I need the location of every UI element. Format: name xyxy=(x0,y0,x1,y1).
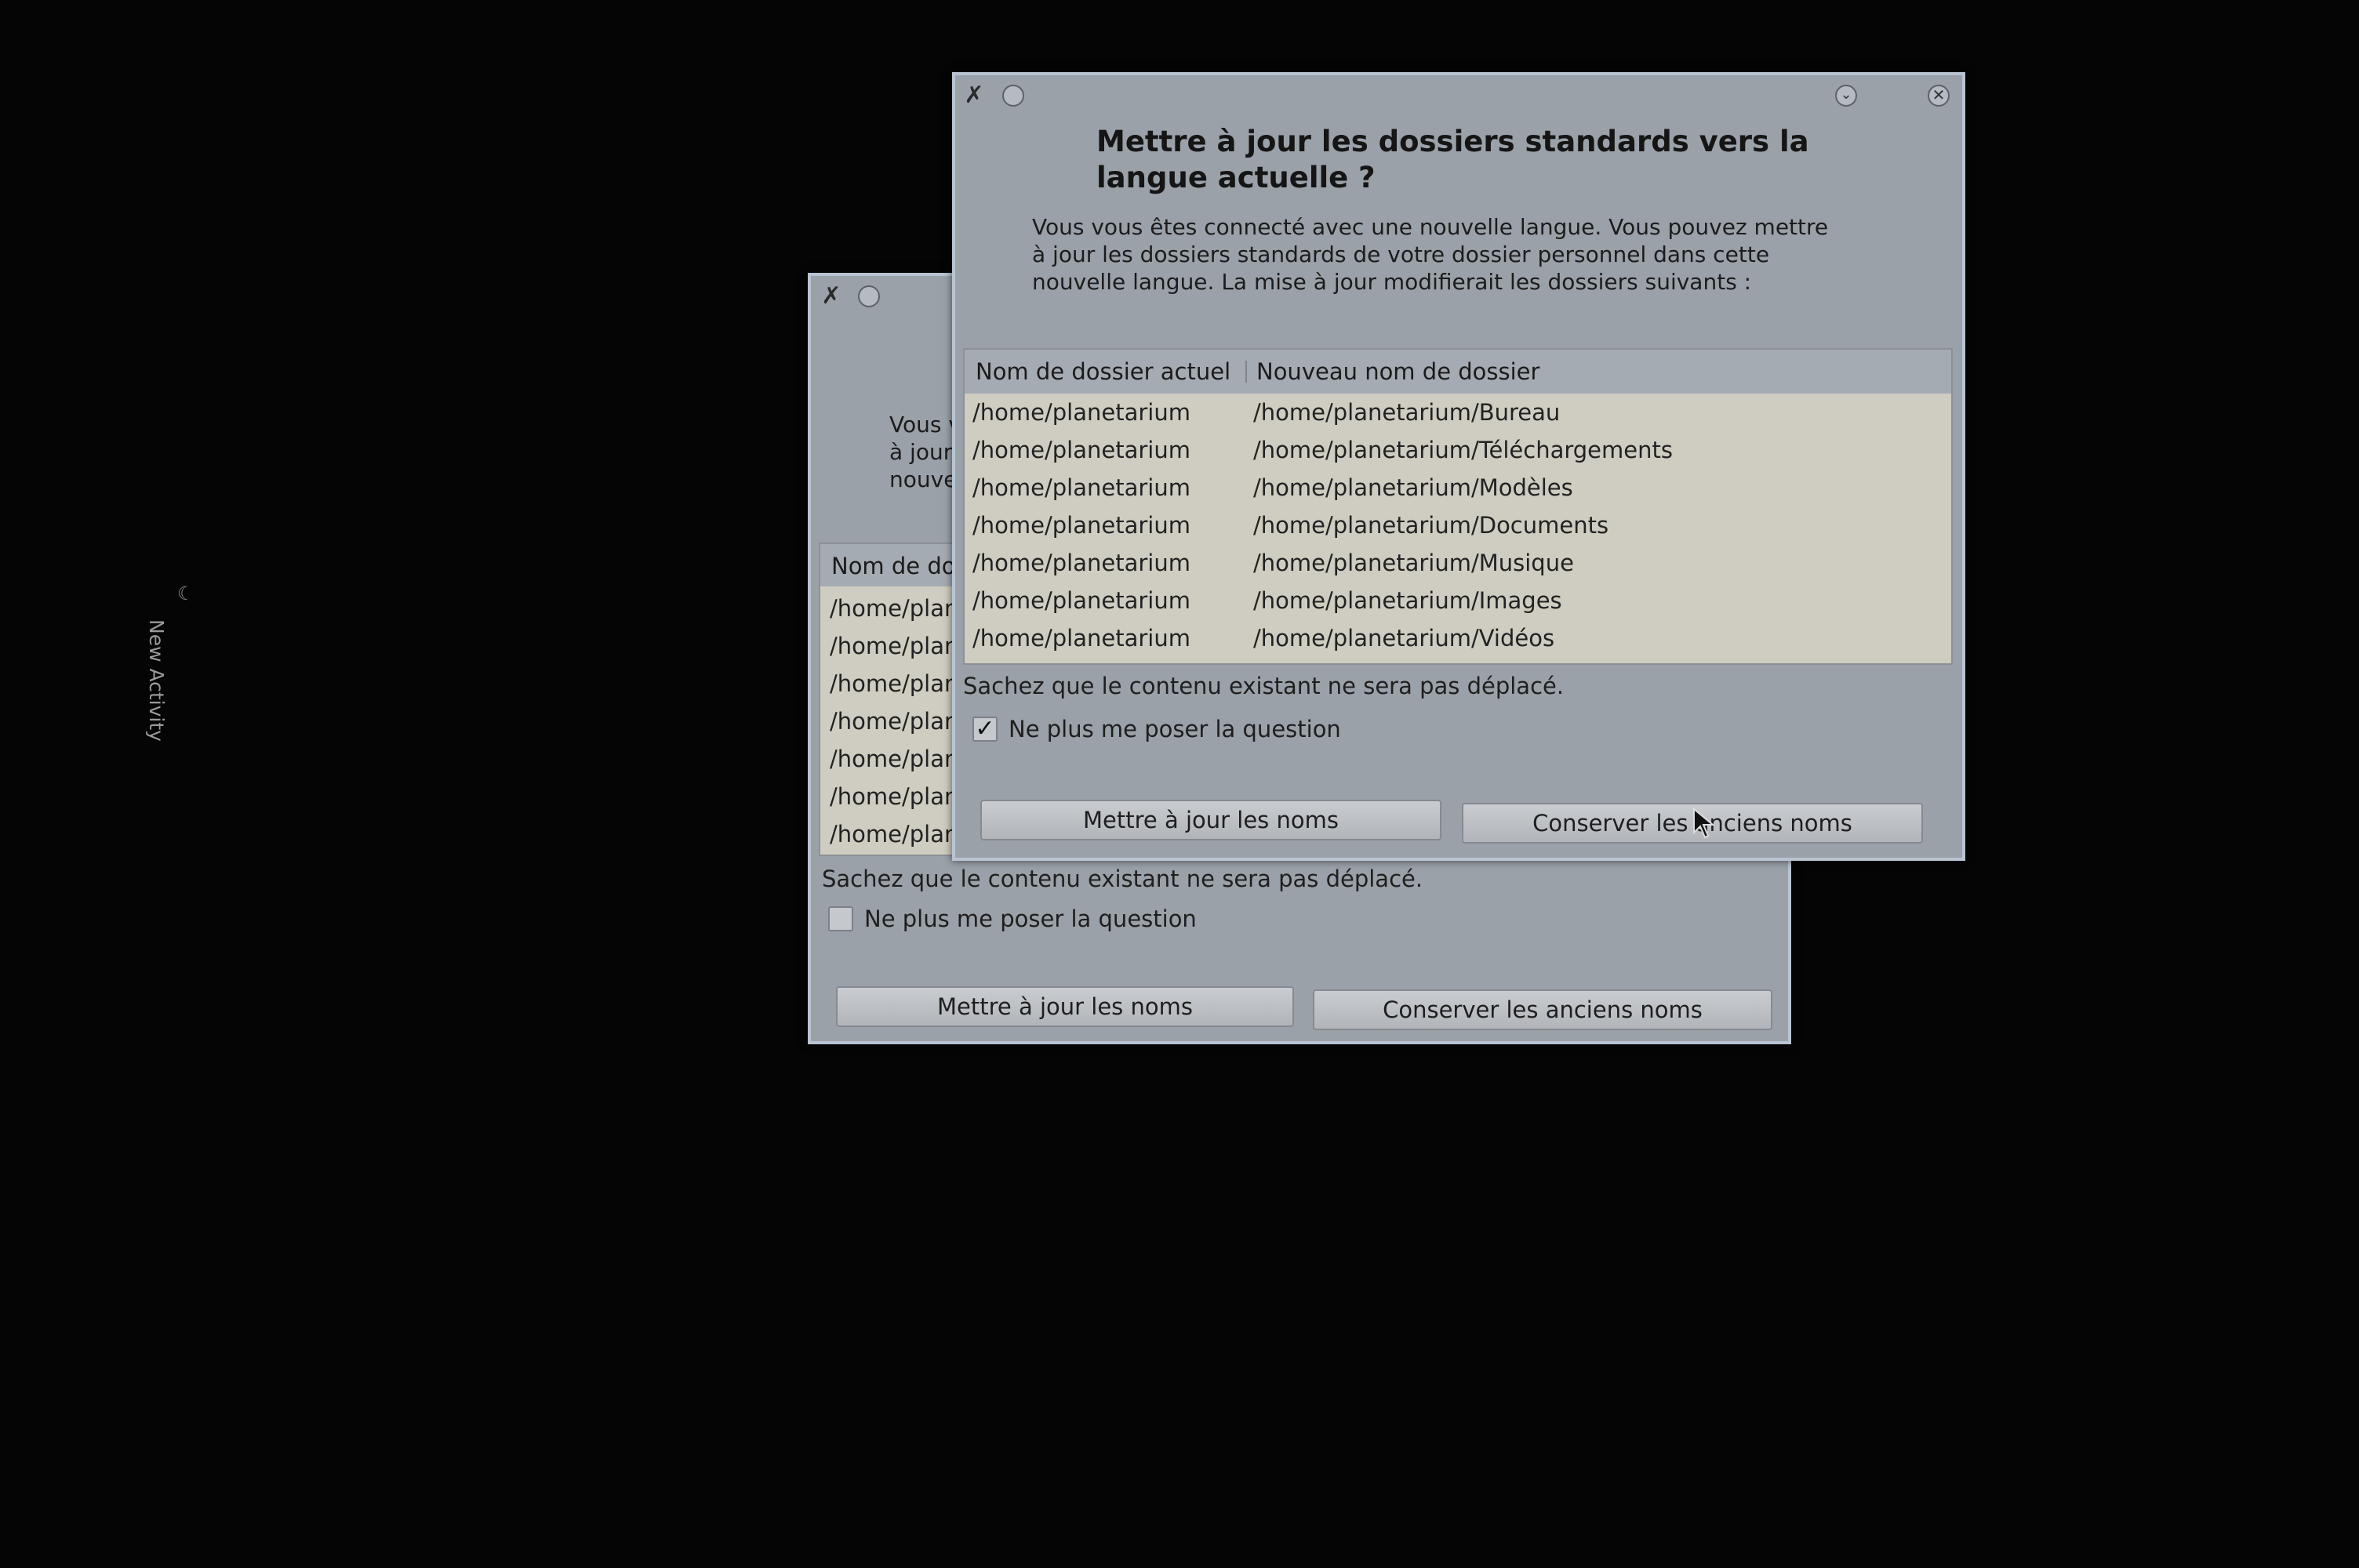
back-keep-names-button[interactable]: Conserver les anciens noms xyxy=(1313,989,1772,1030)
front-dialog-titlebar[interactable]: ✗ ⌄ ✕ xyxy=(955,75,1962,114)
new-folder-cell: /home/planetarium/Musique xyxy=(1253,550,1574,576)
new-folder-cell: /home/planetarium/Bureau xyxy=(1253,399,1561,426)
column-divider[interactable] xyxy=(1245,361,1247,383)
minimize-button[interactable]: ⌄ xyxy=(1835,85,1857,107)
table-row[interactable]: /home/planetarium /home/planetarium/Musi… xyxy=(965,544,1951,582)
current-folder-cell: /home/planetarium xyxy=(972,512,1190,539)
table-row[interactable]: /home/plan xyxy=(820,627,974,665)
new-folder-cell: /home/planetarium/Images xyxy=(1253,587,1562,614)
window-menu-button[interactable] xyxy=(858,285,880,307)
table-row[interactable]: /home/plan xyxy=(820,590,974,627)
update-names-button[interactable]: Mettre à jour les noms xyxy=(980,800,1441,840)
window-menu-button[interactable] xyxy=(1002,85,1024,107)
column-header-new[interactable]: Nouveau nom de dossier xyxy=(1256,350,1946,394)
new-folder-cell: /home/planetarium/Modèles xyxy=(1253,474,1573,501)
new-folder-cell: /home/planetarium/Téléchargements xyxy=(1253,437,1673,463)
folder-table: Nom de dossier actuel Nouveau nom de dos… xyxy=(963,348,1953,665)
back-table-header: Nom de do xyxy=(820,544,974,588)
current-folder-cell: /home/planetarium xyxy=(972,550,1190,576)
table-row[interactable]: /home/planetarium /home/planetarium/Imag… xyxy=(965,582,1951,619)
table-body: /home/planetarium /home/planetarium/Bure… xyxy=(965,394,1951,663)
app-x-icon: ✗ xyxy=(821,282,841,310)
app-x-icon: ✗ xyxy=(964,82,984,109)
table-row[interactable]: /home/plan xyxy=(820,778,974,815)
close-button[interactable]: ✕ xyxy=(1928,85,1950,107)
back-update-names-button[interactable]: Mettre à jour les noms xyxy=(836,986,1294,1027)
new-folder-cell: /home/planetarium/Vidéos xyxy=(1253,625,1555,652)
table-row[interactable]: /home/plan xyxy=(820,740,974,778)
back-notice-text: Sachez que le contenu existant ne sera p… xyxy=(822,866,1423,892)
dont-ask-label: Ne plus me poser la question xyxy=(1009,716,1341,742)
table-row[interactable]: /home/plan xyxy=(820,702,974,740)
column-header-current[interactable]: Nom de dossier actuel xyxy=(976,350,1242,394)
current-folder-cell: /home/planetarium xyxy=(972,399,1190,426)
current-folder-cell: /home/planetarium xyxy=(972,587,1190,614)
back-dont-ask-checkbox[interactable] xyxy=(828,906,853,931)
dialog-description: Vous vous êtes connecté avec une nouvell… xyxy=(1032,214,1829,295)
back-dont-ask-checkbox-row[interactable]: Ne plus me poser la question xyxy=(828,903,1299,935)
table-row[interactable]: /home/planetarium /home/planetarium/Vidé… xyxy=(965,619,1951,657)
dialog-heading: Mettre à jour les dossiers standards ver… xyxy=(1096,125,1809,194)
current-folder-cell: /home/planetarium xyxy=(972,474,1190,501)
dont-ask-checkbox-row[interactable]: ✓ Ne plus me poser la question xyxy=(972,713,1521,745)
front-dialog-window: ✗ ⌄ ✕ Mettre à jour les dossiers standar… xyxy=(952,72,1965,861)
table-row[interactable]: /home/planetarium /home/planetarium/Bure… xyxy=(965,394,1951,431)
table-header: Nom de dossier actuel Nouveau nom de dos… xyxy=(965,350,1951,395)
dont-ask-checkbox[interactable]: ✓ xyxy=(972,717,998,742)
check-icon: ✓ xyxy=(975,715,995,742)
mouse-pointer-icon xyxy=(1693,808,1714,839)
new-folder-cell: /home/planetarium/Documents xyxy=(1253,512,1609,539)
back-dont-ask-label: Ne plus me poser la question xyxy=(864,906,1197,932)
table-row[interactable]: /home/plan xyxy=(820,665,974,702)
new-activity-label[interactable]: New Activity xyxy=(145,619,168,742)
back-column-current[interactable]: Nom de do xyxy=(831,544,956,586)
current-folder-cell: /home/planetarium xyxy=(972,625,1190,652)
moon-icon: ☾ xyxy=(177,583,194,604)
table-row[interactable]: /home/planetarium /home/planetarium/Modè… xyxy=(965,469,1951,506)
current-folder-cell: /home/planetarium xyxy=(972,437,1190,463)
table-row[interactable]: /home/plan xyxy=(820,815,974,853)
table-row[interactable]: /home/planetarium /home/planetarium/Docu… xyxy=(965,506,1951,544)
table-row[interactable]: /home/planetarium /home/planetarium/Télé… xyxy=(965,431,1951,469)
back-table-body: /home/plan /home/plan /home/plan /home/p… xyxy=(820,586,974,855)
notice-text: Sachez que le contenu existant ne sera p… xyxy=(963,673,1565,699)
